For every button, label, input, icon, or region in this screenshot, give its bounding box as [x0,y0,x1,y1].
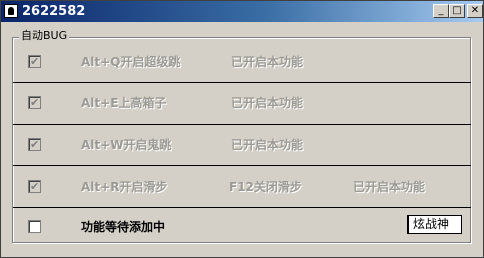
ghost-jump-label: Alt+W开启鬼跳 [81,138,172,152]
title-bar[interactable]: 2622582 _ □ ✕ [1,1,483,22]
ghost-jump-status: 已开启本功能 [231,138,304,152]
super-jump-checkbox[interactable]: ✔ [28,55,41,68]
window-title: 2622582 [22,4,86,19]
high-box-status: 已开启本功能 [231,96,304,110]
super-jump-status: 已开启本功能 [231,55,304,69]
pending-feature-checkbox[interactable] [28,220,41,233]
minimize-button[interactable]: _ [433,4,449,18]
app-icon [4,4,18,18]
check-mark-icon: ✔ [30,96,40,109]
feature-row-pending: 功能等待添加中 炫战神 [13,207,471,247]
feature-row-high-box: ✔ Alt+E上高箱子 已开启本功能 [13,83,471,123]
check-mark-icon: ✔ [30,138,40,151]
ghost-jump-checkbox[interactable]: ✔ [28,138,41,151]
row-separator [13,165,471,166]
group-label: 自动BUG [19,29,70,42]
close-button[interactable]: ✕ [467,4,483,18]
high-box-checkbox[interactable]: ✔ [28,96,41,109]
feature-row-slide-step: ✔ Alt+R开启滑步 F12关闭滑步 已开启本功能 [13,167,471,207]
maximize-button[interactable]: □ [449,4,465,18]
check-mark-icon: ✔ [30,55,40,68]
high-box-label: Alt+E上高箱子 [81,96,167,110]
super-jump-label: Alt+Q开启超级跳 [81,55,181,69]
slide-step-off-hint: F12关闭滑步 [229,180,302,194]
pending-feature-label: 功能等待添加中 [81,220,166,234]
main-window: 2622582 _ □ ✕ 自动BUG ✔ Alt+Q开启超级跳 已开启本功能 … [0,0,484,258]
slide-step-status: 已开启本功能 [353,180,426,194]
name-input[interactable]: 炫战神 [407,215,462,234]
slide-step-label: Alt+R开启滑步 [81,180,168,194]
feature-row-ghost-jump: ✔ Alt+W开启鬼跳 已开启本功能 [13,125,471,165]
slide-step-checkbox[interactable]: ✔ [28,180,41,193]
feature-row-super-jump: ✔ Alt+Q开启超级跳 已开启本功能 [13,42,471,82]
check-mark-icon: ✔ [30,180,40,193]
